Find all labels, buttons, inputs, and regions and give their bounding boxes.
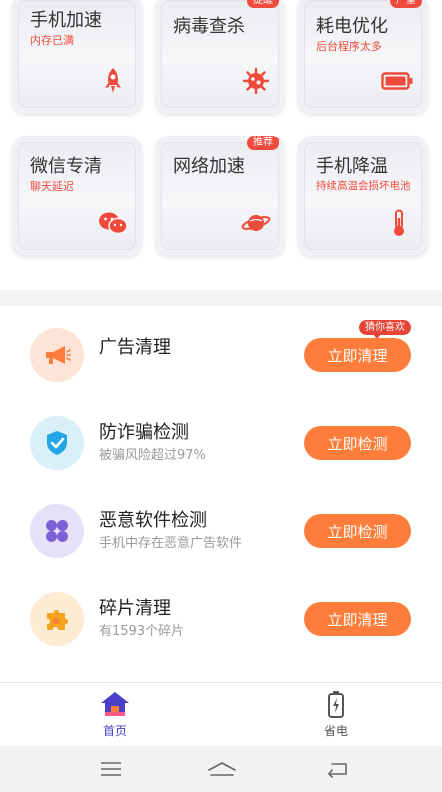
tile-title: 网络加速	[173, 156, 245, 177]
tile-wechat-clean[interactable]: 微信专清 聊天延迟	[12, 136, 142, 256]
tile-title: 手机加速	[30, 10, 102, 31]
tile-phone-cool[interactable]: 手机降温 持续高温会损坏电池	[298, 136, 428, 256]
feature-grid: 手机加速 内存已满 病毒查杀 提醒 耗电优化 后台程序太多 严重 微信专清 聊天…	[0, 0, 442, 275]
detect-now-button[interactable]: 立即检测	[304, 426, 411, 460]
back-icon[interactable]	[324, 758, 352, 780]
tile-title: 耗电优化	[316, 16, 388, 37]
apps-icon	[30, 504, 84, 558]
nav-item-power-save[interactable]: 省电	[296, 689, 376, 739]
tile-virus-scan[interactable]: 病毒查杀 提醒	[155, 0, 285, 114]
recommend-tag: 猜你喜欢	[359, 320, 411, 339]
clean-now-button[interactable]: 立即清理	[304, 338, 411, 372]
list-item-malware-detect: 恶意软件检测 手机中存在恶意广告软件 立即检测	[0, 482, 442, 570]
nav-label: 省电	[323, 724, 348, 738]
tile-subtitle: 持续高温会损坏电池	[316, 180, 411, 192]
tile-subtitle: 内存已满	[30, 34, 74, 47]
rocket-icon	[98, 66, 128, 96]
shield-icon	[30, 416, 84, 470]
tile-network-boost[interactable]: 网络加速 推荐	[155, 136, 285, 256]
list-item-title: 广告清理	[99, 337, 171, 358]
nav-item-home[interactable]: 首页	[75, 689, 155, 739]
clean-now-button[interactable]: 立即清理	[304, 602, 411, 636]
bottom-navigation: 首页 省电	[0, 682, 442, 746]
list-item-title: 恶意软件检测	[99, 510, 207, 531]
tile-badge: 提醒	[247, 0, 279, 8]
home-outline-icon[interactable]	[205, 758, 239, 780]
wechat-icon	[98, 208, 128, 238]
tile-badge: 严重	[390, 0, 422, 8]
nav-label: 首页	[102, 724, 127, 738]
megaphone-icon	[30, 328, 84, 382]
list-item-subtitle: 被骗风险超过97%	[99, 448, 206, 463]
tile-title: 微信专清	[30, 156, 102, 177]
virus-icon	[241, 66, 271, 96]
system-nav-bar	[0, 746, 442, 792]
battery-charge-icon	[319, 689, 353, 719]
tile-title: 手机降温	[316, 156, 388, 177]
list-item-title: 碎片清理	[99, 598, 171, 619]
list-item-subtitle: 手机中存在恶意广告软件	[99, 536, 243, 551]
list-item-fraud-detect: 防诈骗检测 被骗风险超过97% 立即检测	[0, 394, 442, 482]
tile-subtitle: 聊天延迟	[30, 180, 74, 193]
list-item-title: 防诈骗检测	[99, 422, 189, 443]
section-divider	[0, 290, 442, 306]
tile-subtitle: 后台程序太多	[316, 40, 382, 53]
tile-power-optimize[interactable]: 耗电优化 后台程序太多 严重	[298, 0, 428, 114]
home-icon	[98, 689, 132, 719]
puzzle-icon	[30, 592, 84, 646]
detect-now-button[interactable]: 立即检测	[304, 514, 411, 548]
planet-icon	[241, 208, 271, 238]
list-item-ad-clean: 广告清理 猜你喜欢 立即清理	[0, 306, 442, 394]
menu-icon[interactable]	[97, 758, 125, 780]
tile-phone-boost[interactable]: 手机加速 内存已满	[12, 0, 142, 114]
list-item-fragment-clean: 碎片清理 有1593个碎片 立即清理	[0, 570, 442, 658]
battery-icon	[380, 66, 414, 96]
tile-badge: 推荐	[247, 136, 279, 150]
list-item-subtitle: 有1593个碎片	[99, 624, 185, 639]
thermometer-icon	[384, 208, 414, 238]
tile-title: 病毒查杀	[173, 16, 245, 37]
